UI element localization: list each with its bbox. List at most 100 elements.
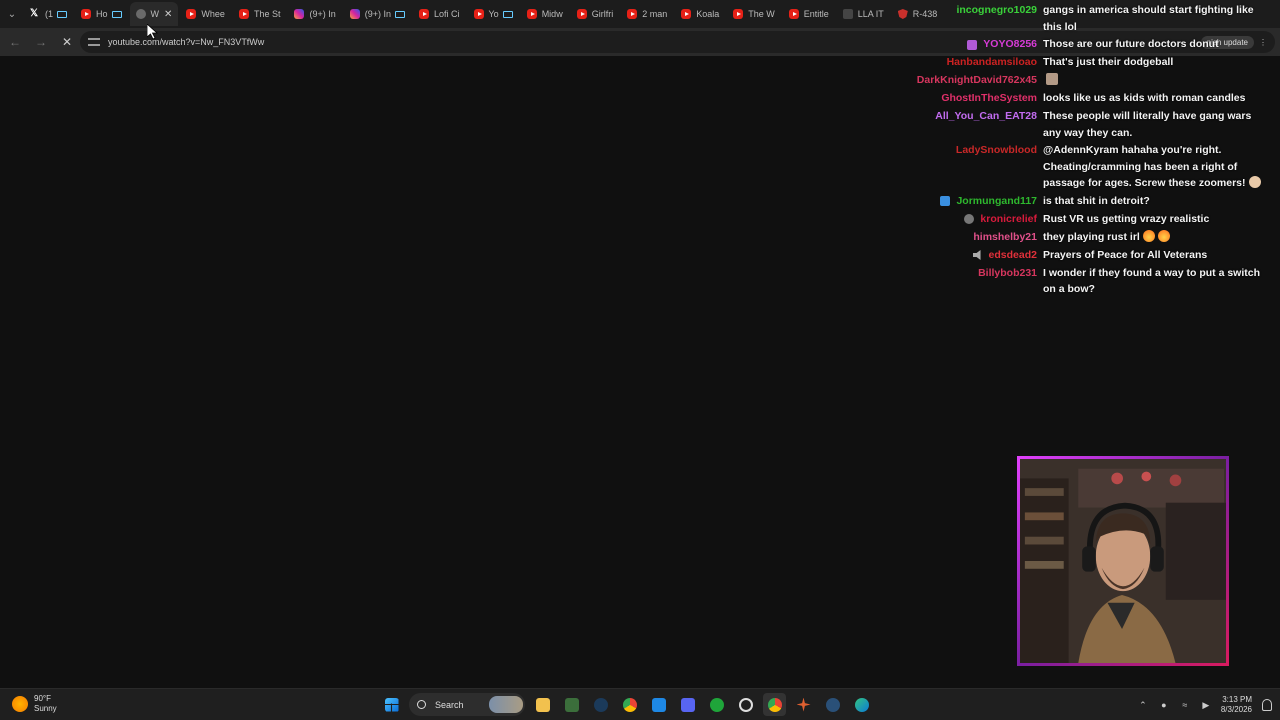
chat-username[interactable]: himshelby21 xyxy=(973,229,1037,246)
chat-text: they playing rust irl xyxy=(1043,230,1140,243)
taskbar-search[interactable]: Search xyxy=(409,693,525,716)
steam-button[interactable] xyxy=(589,693,612,716)
tab-0[interactable]: 𝕏 (1 xyxy=(24,2,73,26)
tab-14[interactable]: Entitle xyxy=(783,2,835,26)
chat-text: is that shit in detroit? xyxy=(1043,194,1150,207)
steam-alt-button[interactable] xyxy=(821,693,844,716)
youtube-icon xyxy=(418,9,429,19)
tab-7[interactable]: Lofi Ci xyxy=(413,2,466,26)
edge-button[interactable] xyxy=(850,693,873,716)
windows-icon xyxy=(384,697,399,712)
url-text[interactable]: youtube.com/watch?v=Nw_FN3VTfWw xyxy=(108,37,264,47)
close-icon: ✕ xyxy=(61,35,73,49)
tab-10[interactable]: Girlfri xyxy=(571,2,620,26)
audio-playing-icon[interactable] xyxy=(394,10,405,18)
file-explorer-button[interactable] xyxy=(531,693,554,716)
chrome-icon xyxy=(622,697,637,712)
youtube-icon xyxy=(627,9,638,19)
cursor-arrow-icon xyxy=(147,24,159,40)
notification-bell-icon[interactable] xyxy=(1262,699,1272,711)
tab-label: (9+) In xyxy=(364,9,391,19)
chat-message: incognegro1029 gangs in america should st… xyxy=(880,2,1276,35)
app-star-button[interactable] xyxy=(792,693,815,716)
tab-12[interactable]: Koala xyxy=(675,2,725,26)
chat-message: himshelby21 they playing rust irl xyxy=(880,229,1276,246)
chrome-active-button[interactable] xyxy=(763,693,786,716)
weather-widget[interactable]: 90°F Sunny xyxy=(12,694,57,714)
youtube-icon xyxy=(681,9,692,19)
chat-username[interactable]: LadySnowblood xyxy=(956,142,1037,159)
app-ring-icon xyxy=(738,697,753,712)
chat-username[interactable]: incognegro1029 xyxy=(956,2,1037,19)
chat-text: I wonder if they found a way to put a sw… xyxy=(1043,266,1261,296)
windows-taskbar: 90°F Sunny Search ⌃ ● ≈ ▶ 3:13 PM 8/3/20… xyxy=(0,688,1280,720)
chat-username[interactable]: GhostInTheSystem xyxy=(941,90,1037,107)
tab-3[interactable]: Whee xyxy=(180,2,231,26)
chat-username[interactable]: Billybob231 xyxy=(978,265,1037,282)
tab-label: The W xyxy=(748,9,775,19)
chat-username[interactable]: All_You_Can_EAT28 xyxy=(935,108,1037,125)
audio-playing-icon[interactable] xyxy=(502,10,513,18)
wifi-icon[interactable]: ≈ xyxy=(1179,699,1191,711)
back-button[interactable]: ← xyxy=(4,31,26,53)
discord-icon xyxy=(680,697,695,712)
app-button[interactable] xyxy=(647,693,670,716)
speaker-icon[interactable]: ▶ xyxy=(1200,699,1212,711)
chat-message: LadySnowblood @AdennKyram hahaha you're r… xyxy=(880,142,1276,192)
xbox-button[interactable] xyxy=(705,693,728,716)
arrow-left-icon: ← xyxy=(9,35,21,49)
tab-label: 2 man xyxy=(642,9,668,19)
chat-message: edsdead2 Prayers of Peace for All Veteran… xyxy=(880,247,1276,264)
tab-9[interactable]: Midw xyxy=(521,2,569,26)
chat-text: looks like us as kids with roman candles xyxy=(1043,92,1246,104)
tab-label: Lofi Ci xyxy=(433,9,460,19)
tab-6[interactable]: (9+) In xyxy=(344,2,411,26)
chat-username[interactable]: YOYO8256 xyxy=(983,36,1037,53)
x-icon: 𝕏 xyxy=(30,8,39,19)
xbox-icon xyxy=(709,697,724,712)
chat-username[interactable]: Hanbandamsiloao xyxy=(947,54,1037,71)
vip-badge-icon xyxy=(964,214,975,224)
search-icon xyxy=(417,700,426,709)
chat-username[interactable]: kronicrelief xyxy=(980,211,1037,228)
tab-2[interactable]: W ✕ xyxy=(129,2,179,26)
site-info-icon[interactable] xyxy=(88,38,100,46)
chrome-icon xyxy=(767,697,782,712)
youtube-icon xyxy=(81,9,92,19)
chat-message: Jormungand117 is that shit in detroit? xyxy=(880,193,1276,210)
webcam-feed xyxy=(1017,456,1229,666)
audio-playing-icon[interactable] xyxy=(57,10,68,18)
app-ring-button[interactable] xyxy=(734,693,757,716)
avatar-emote-icon xyxy=(1046,73,1058,85)
chat-message: GhostInTheSystem looks like us as kids wi… xyxy=(880,90,1276,107)
tab-5[interactable]: (9+) In xyxy=(288,2,341,26)
hand-emote-icon xyxy=(1248,176,1261,188)
tab-search-button[interactable]: ⌄ xyxy=(0,0,24,28)
chat-text: That's just their dodgeball xyxy=(1043,56,1174,68)
chat-username[interactable]: DarkKnightDavid762x45 xyxy=(917,72,1037,89)
tab-11[interactable]: 2 man xyxy=(621,2,673,26)
chevron-up-icon[interactable]: ⌃ xyxy=(1137,699,1149,711)
letter-icon xyxy=(842,9,853,19)
forward-button[interactable]: → xyxy=(30,31,52,53)
stop-button[interactable]: ✕ xyxy=(56,31,78,53)
discord-button[interactable] xyxy=(676,693,699,716)
chat-text: @AdennKyram hahaha you're right. Cheatin… xyxy=(1043,144,1246,189)
chat-username[interactable]: edsdead2 xyxy=(989,247,1037,264)
tab-4[interactable]: The St xyxy=(233,2,287,26)
clock[interactable]: 3:13 PM 8/3/2026 xyxy=(1221,695,1252,715)
microphone-icon[interactable]: ● xyxy=(1158,699,1170,711)
tab-1[interactable]: Ho xyxy=(75,2,128,26)
tab-label: Midw xyxy=(541,9,563,19)
chrome-button[interactable] xyxy=(618,693,641,716)
tab-8[interactable]: Yo xyxy=(468,2,519,26)
tab-13[interactable]: The W xyxy=(727,2,781,26)
start-button[interactable] xyxy=(380,693,403,716)
chat-username[interactable]: Jormungand117 xyxy=(956,193,1037,210)
terminal-button[interactable] xyxy=(560,693,583,716)
audio-playing-icon[interactable] xyxy=(111,10,122,18)
weather-condition: Sunny xyxy=(34,704,57,713)
youtube-icon xyxy=(238,9,249,19)
close-tab-icon[interactable]: ✕ xyxy=(164,9,172,20)
youtube-icon xyxy=(733,9,744,19)
